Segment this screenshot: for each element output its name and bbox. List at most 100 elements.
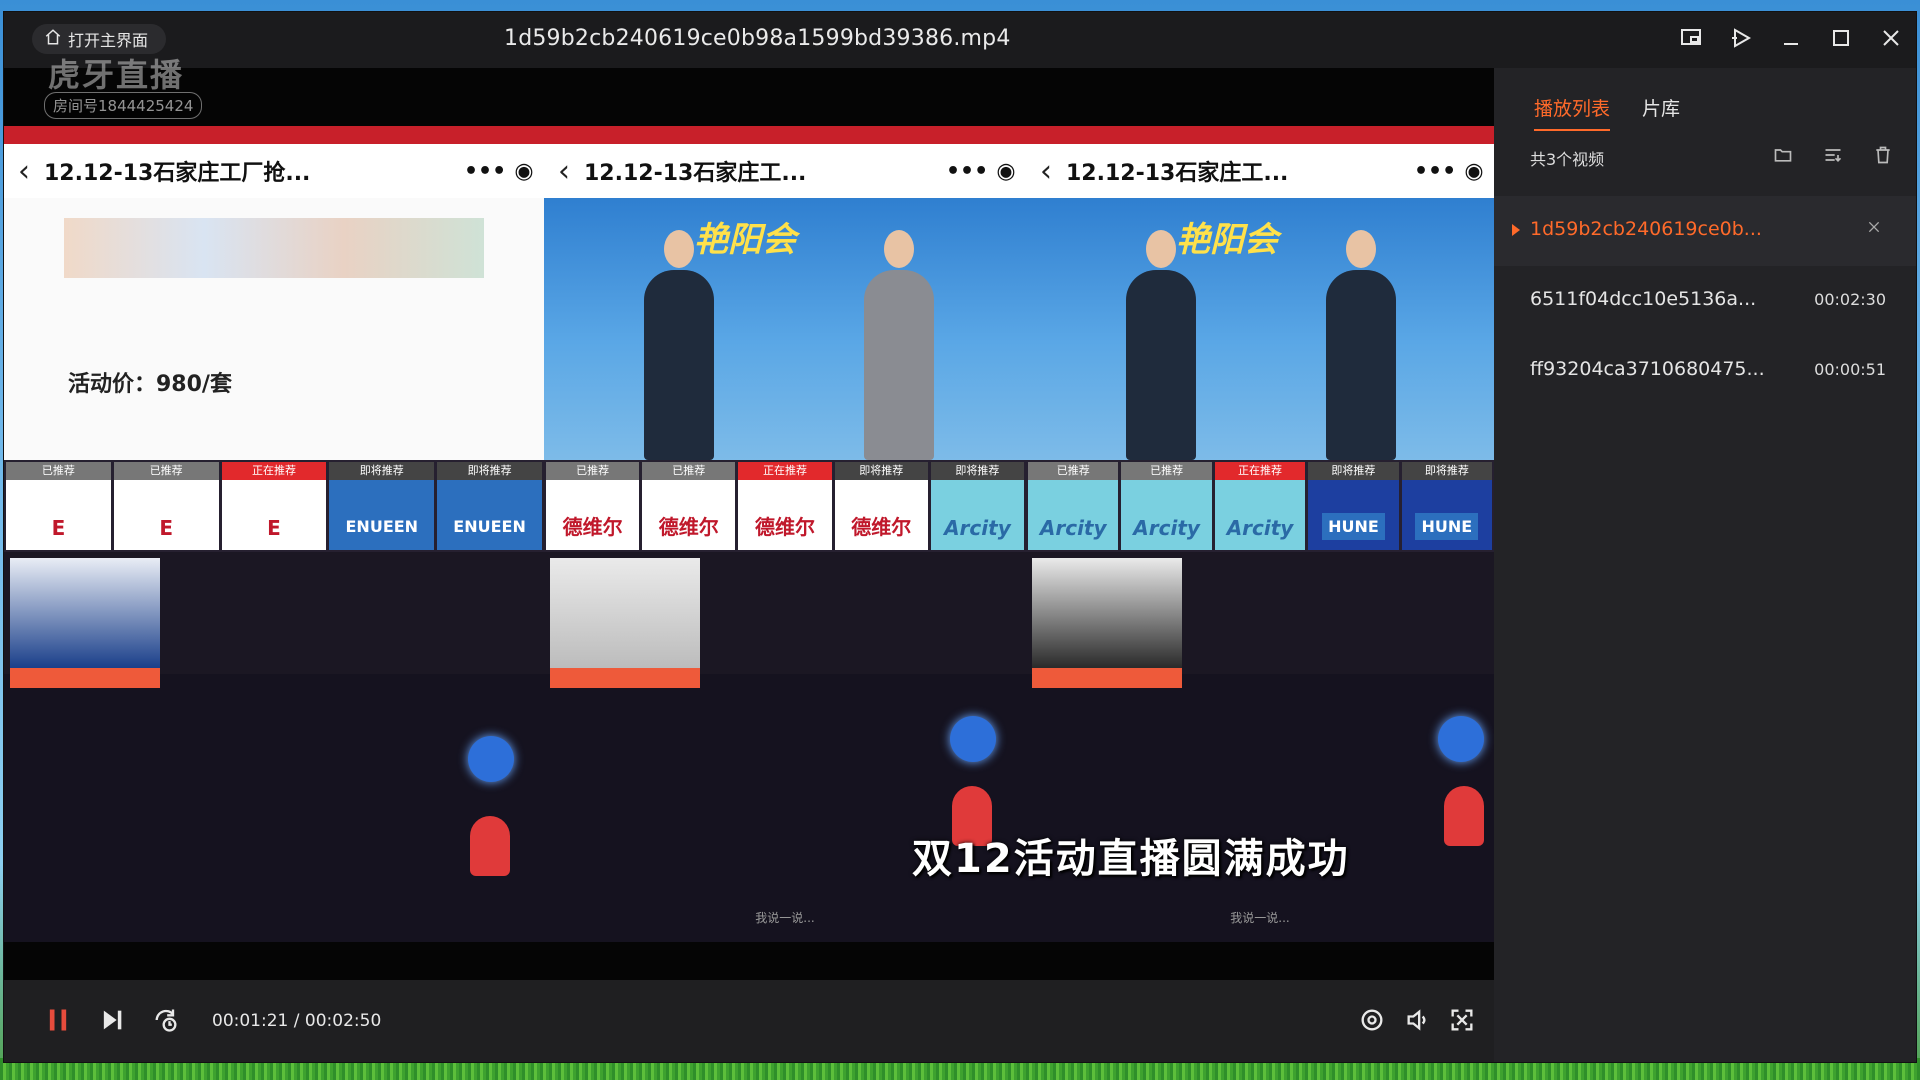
clear-list-button[interactable] [1872,144,1894,166]
brand-logo: E [51,516,66,540]
brand-logo: HUNE [1322,513,1385,540]
playlist-item[interactable]: ff93204ca3710680475... 00:00:51 [1494,336,1916,406]
pause-button[interactable] [42,1006,74,1038]
brand-logo: Arcity [1133,516,1200,540]
tab-tag: 已推荐 [546,462,640,480]
host-head [884,230,914,268]
tab-playlist[interactable]: 播放列表 [1534,94,1611,131]
video-phone-1: ‹ 12.12-13石家庄工厂抢... ••• ◉ 活动价：980/套 已推荐 E… [4,126,544,942]
tab-tag: 正在推荐 [738,462,832,480]
host-head [1146,230,1176,268]
brand-tab: 正在推荐 Arcity [1214,462,1306,550]
product-buy-button [1032,668,1182,688]
slide-price: 活动价：980/套 [68,372,232,397]
close-window-button[interactable] [1866,12,1916,68]
brand-tab: 即将推荐 Arcity [930,462,1025,550]
loop-button[interactable] [150,1006,182,1038]
playlist-item[interactable]: 1d59b2cb240619ce0b... [1494,196,1916,266]
brand-logo: E [267,516,281,540]
settings-button[interactable] [1356,1006,1388,1038]
open-home-label: 打开主界面 [68,31,149,50]
panel-tabs: 播放列表 片库 [1534,94,1680,131]
maximize-icon [1829,26,1853,54]
tab-tag: 即将推荐 [834,462,928,480]
heart-icon [950,716,996,762]
chat-input-placeholder: 我说一说... [1230,910,1290,925]
close-icon [1879,26,1903,54]
pause-icon [44,1006,72,1038]
fullscreen-button[interactable] [1446,1006,1478,1038]
room-number: 房间号1844425424 [44,92,203,119]
phone-nav-bar: ‹ 12.12-13石家庄工... ••• ◉ [1026,144,1494,198]
window-title: 1d59b2cb240619ce0b98a1599bd39386.mp4 [504,26,1011,51]
brand-tab: 即将推荐 HUNE [1308,462,1399,550]
window-controls [1666,12,1916,68]
brand-tab: 即将推荐 ENUEEN [329,462,435,550]
loop-icon [152,1006,180,1038]
brand-logo: 德维尔 [562,515,623,539]
mini-mode-button[interactable] [1666,12,1716,68]
studio-stage: 艳阳会 [544,198,1026,460]
studio-stage: 艳阳会 [1026,198,1494,460]
record-icon: ◉ [1464,158,1484,184]
video-area[interactable]: ‹ 12.12-13石家庄工厂抢... ••• ◉ 活动价：980/套 已推荐 E… [4,68,1494,980]
product-text [708,558,1020,668]
gear-icon [1358,1006,1386,1038]
back-icon: ‹ [558,153,570,189]
title-bar: 打开主界面 1d59b2cb240619ce0b98a1599bd39386.m… [4,12,1916,68]
home-icon [44,28,62,50]
player-window: 打开主界面 1d59b2cb240619ce0b98a1599bd39386.m… [4,12,1916,1062]
brand-logo: Arcity [944,516,1011,540]
phone-status-bar [1026,126,1494,144]
product-image [1032,558,1182,688]
playlist-item-duration: 00:02:30 [1814,290,1886,309]
phone-nav-bar: ‹ 12.12-13石家庄工... ••• ◉ [544,144,1026,198]
folder-icon [1772,144,1794,166]
brand-tab: 已推荐 E [113,462,219,550]
host-figure [1126,230,1196,460]
brand-logo: ENUEEN [447,513,532,540]
video-count: 共3个视频 [1530,150,1605,169]
brand-tab: 即将推荐 德维尔 [834,462,928,550]
volume-button[interactable] [1402,1006,1434,1038]
tab-tag: 已推荐 [1028,462,1119,480]
tab-tag: 已推荐 [1121,462,1212,480]
tab-tag: 即将推荐 [930,462,1025,480]
open-folder-button[interactable] [1772,144,1794,166]
volume-icon [1404,1006,1432,1038]
next-button[interactable] [96,1006,128,1038]
remove-item-button[interactable] [1866,218,1886,238]
host-head [1346,230,1376,268]
curtain-image [64,218,484,278]
video-phone-3: ‹ 12.12-13石家庄工... ••• ◉ 艳阳会 已推荐 Arcity 已推… [1026,126,1494,942]
brand-logo: Arcity [1039,516,1107,540]
time-display: 00:01:21 / 00:02:50 [212,1011,381,1031]
tab-tag: 已推荐 [113,462,219,480]
video-phone-2: ‹ 12.12-13石家庄工... ••• ◉ 艳阳会 已推荐 德维尔 已推荐 德维… [544,126,1026,942]
playlist-item[interactable]: 6511f04dcc10e5136a... 00:02:30 [1494,266,1916,336]
phone-nav-bar: ‹ 12.12-13石家庄工厂抢... ••• ◉ [4,144,544,198]
host-head [664,230,694,268]
host-figure [644,230,714,460]
list-sort-icon [1822,144,1844,166]
product-text [1190,558,1488,668]
pin-top-button[interactable] [1716,12,1766,68]
minimize-button[interactable] [1766,12,1816,68]
total-time: 00:02:50 [304,1011,382,1031]
tab-library[interactable]: 片库 [1642,94,1680,131]
playlist-item-name: 6511f04dcc10e5136a... [1530,288,1757,310]
stage-banner: 艳阳会 [1176,220,1278,260]
brand-logo: ENUEEN [339,513,425,540]
brand-tab: 已推荐 德维尔 [546,462,640,550]
brand-tab: 已推荐 德维尔 [642,462,736,550]
brand-tab: 已推荐 Arcity [1028,462,1119,550]
record-icon: ◉ [514,158,534,184]
playlist-panel: 播放列表 片库 共3个视频 1d59b2cb240619ce0b... 6511… [1494,68,1916,1062]
sort-button[interactable] [1822,144,1844,166]
maximize-button[interactable] [1816,12,1866,68]
more-icon: ••• [946,158,989,184]
phone-bottom-bar [4,892,544,942]
host-figure [1326,230,1396,460]
tab-tag: 即将推荐 [329,462,435,480]
heart-icon [1438,716,1484,762]
